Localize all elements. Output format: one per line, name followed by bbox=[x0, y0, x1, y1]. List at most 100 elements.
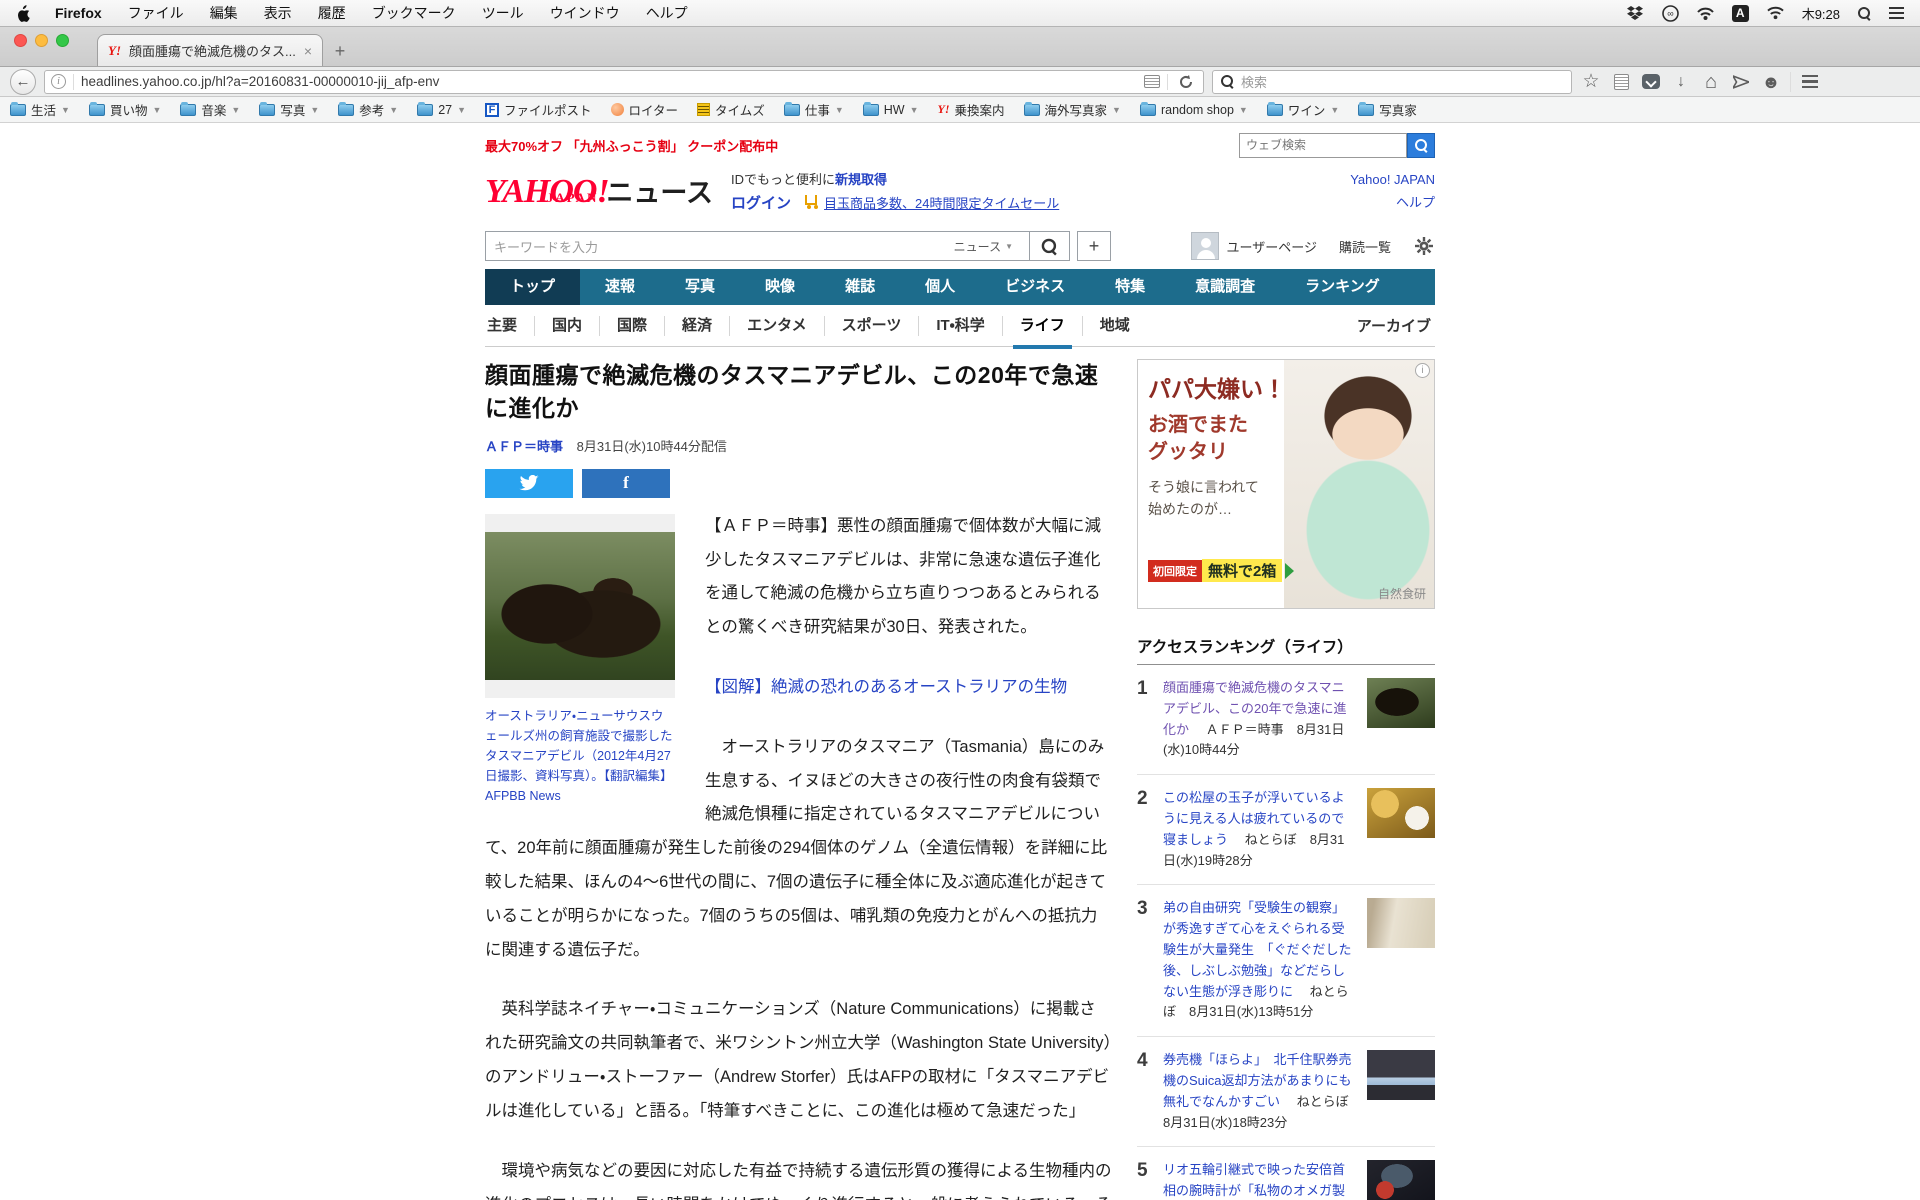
tab-photo[interactable]: 写真 bbox=[660, 269, 740, 305]
cat-entertainment[interactable]: エンタメ bbox=[729, 316, 824, 336]
search-scope-dropdown[interactable]: ニュース▼ bbox=[954, 238, 1021, 255]
subscriptions-link[interactable]: 購読一覧 bbox=[1339, 237, 1391, 256]
wifi-icon[interactable] bbox=[1767, 5, 1784, 22]
library-icon[interactable] bbox=[1610, 71, 1632, 93]
send-tab-icon[interactable] bbox=[1730, 71, 1752, 93]
ranking-item[interactable]: 2 この松屋の玉子が浮いているように見える人は疲れているので寝ましょう ねとらぼ… bbox=[1137, 775, 1435, 885]
cat-domestic[interactable]: 国内 bbox=[534, 316, 599, 336]
apple-menu-icon[interactable] bbox=[16, 5, 31, 22]
ranking-thumbnail[interactable] bbox=[1367, 1050, 1435, 1100]
menu-help[interactable]: ヘルプ bbox=[646, 3, 688, 23]
bookmark-transit[interactable]: Y!乗換案内 bbox=[938, 100, 1005, 119]
tab-feature[interactable]: 特集 bbox=[1090, 269, 1170, 305]
feedback-smiley-icon[interactable]: ☻ bbox=[1760, 71, 1782, 93]
browser-tab[interactable]: Y! 顔面腫瘍で絶滅危機のタス... × bbox=[97, 34, 323, 66]
figure-caption-link[interactable]: オーストラリア・ニューサウスウェールズ州の飼育施設で撮影したタスマニアデビル（2… bbox=[485, 706, 675, 806]
menu-tools[interactable]: ツール bbox=[482, 3, 524, 23]
ad-info-icon[interactable]: i bbox=[1415, 363, 1430, 378]
ranking-thumbnail[interactable] bbox=[1367, 898, 1435, 948]
add-search-tab-button[interactable]: + bbox=[1077, 231, 1111, 261]
menubar-clock[interactable]: 木9:28 bbox=[1802, 4, 1840, 23]
creative-cloud-icon[interactable]: ∞ bbox=[1662, 5, 1679, 22]
promo-link[interactable]: 最大70%オフ 「九州ふっこう割」 クーポン配布中 bbox=[485, 136, 778, 155]
input-method-icon[interactable]: A bbox=[1732, 5, 1749, 22]
browser-search-field[interactable]: 検索 bbox=[1212, 70, 1572, 94]
ranking-thumbnail[interactable] bbox=[1367, 788, 1435, 838]
tasmanian-devil-photo[interactable] bbox=[485, 532, 675, 680]
tab-top[interactable]: トップ bbox=[485, 269, 580, 305]
ranking-item[interactable]: 1 顔面腫瘍で絶滅危機のタスマニアデビル、この20年で急速に進化か ＡＦＰ＝時事… bbox=[1137, 665, 1435, 775]
ranking-item[interactable]: 4 券売機「ほらよ」 北千住駅券売機のSuica返却方法があまりにも無礼でなんか… bbox=[1137, 1037, 1435, 1147]
pocket-icon[interactable] bbox=[1640, 71, 1662, 93]
fan-status-icon[interactable] bbox=[1697, 5, 1714, 22]
web-search-input[interactable] bbox=[1239, 133, 1407, 158]
cat-economy[interactable]: 経済 bbox=[664, 316, 729, 336]
bookmark-folder[interactable]: 買い物▼ bbox=[89, 100, 161, 119]
new-tab-button[interactable]: + bbox=[323, 38, 357, 64]
bookmark-folder[interactable]: random shop▼ bbox=[1140, 103, 1248, 117]
bookmark-folder[interactable]: 写真▼ bbox=[259, 100, 319, 119]
menu-window[interactable]: ウインドウ bbox=[550, 3, 620, 23]
cat-major[interactable]: 主要 bbox=[485, 316, 534, 336]
article-source-link[interactable]: ＡＦＰ＝時事 bbox=[485, 439, 563, 454]
tab-close-icon[interactable]: × bbox=[304, 43, 312, 59]
menu-file[interactable]: ファイル bbox=[128, 3, 184, 23]
back-button[interactable]: ← bbox=[10, 69, 36, 95]
tab-flash[interactable]: 速報 bbox=[580, 269, 660, 305]
ad-banner[interactable]: i パパ大嫌い！ お酒でまた グッタリ そう娘に言われて 始めたのが… 初回限定… bbox=[1137, 359, 1435, 609]
yahoo-news-logo[interactable]: YAHOO! JAPAN ニュース bbox=[485, 171, 713, 211]
ranking-thumbnail[interactable] bbox=[1367, 678, 1435, 728]
tab-business[interactable]: ビジネス bbox=[980, 269, 1090, 305]
facebook-share-button[interactable]: f bbox=[582, 469, 670, 498]
login-link[interactable]: ログイン bbox=[731, 195, 791, 212]
cat-it-science[interactable]: IT・科学 bbox=[918, 316, 1001, 336]
tab-magazine[interactable]: 雑誌 bbox=[820, 269, 900, 305]
dropbox-icon[interactable] bbox=[1627, 5, 1644, 22]
cat-sports[interactable]: スポーツ bbox=[824, 316, 919, 336]
tab-ranking[interactable]: ランキング bbox=[1280, 269, 1405, 305]
bookmark-filepost[interactable]: Fファイルポスト bbox=[485, 100, 592, 119]
tab-bylines[interactable]: 個人 bbox=[900, 269, 980, 305]
archive-link[interactable]: アーカイブ bbox=[1357, 315, 1435, 336]
help-link[interactable]: ヘルプ bbox=[1396, 195, 1435, 210]
bookmark-folder[interactable]: ワイン▼ bbox=[1267, 100, 1339, 119]
cat-life[interactable]: ライフ bbox=[1002, 316, 1082, 336]
bookmark-folder[interactable]: 参考▼ bbox=[338, 100, 398, 119]
article-figure[interactable]: オーストラリア・ニューサウスウェールズ州の飼育施設で撮影したタスマニアデビル（2… bbox=[485, 514, 675, 806]
menu-firefox[interactable]: Firefox bbox=[55, 5, 102, 21]
bookmark-reuters[interactable]: ロイター bbox=[611, 100, 679, 119]
site-info-icon[interactable]: i bbox=[51, 74, 66, 89]
url-text[interactable]: headlines.yahoo.co.jp/hl?a=20160831-0000… bbox=[81, 74, 1137, 89]
reload-icon[interactable] bbox=[1175, 71, 1197, 93]
ad-cta-button[interactable]: 初回限定 無料で2箱 bbox=[1148, 559, 1294, 582]
tab-polls[interactable]: 意識調査 bbox=[1170, 269, 1280, 305]
signup-link[interactable]: 新規取得 bbox=[835, 172, 887, 187]
user-page-link[interactable]: ユーザーページ bbox=[1191, 232, 1317, 260]
bookmark-times[interactable]: タイムズ bbox=[697, 100, 765, 119]
ranking-link[interactable]: リオ五輪引継式で映った安倍首相の腕時計が「私物のオメガ製品」とうわさに 大会組織… bbox=[1163, 1162, 1345, 1200]
bookmark-folder[interactable]: 生活▼ bbox=[10, 100, 70, 119]
spotlight-icon[interactable] bbox=[1858, 7, 1871, 20]
menu-view[interactable]: 表示 bbox=[264, 3, 292, 23]
bookmark-folder[interactable]: 仕事▼ bbox=[784, 100, 844, 119]
bookmark-folder[interactable]: 音楽▼ bbox=[180, 100, 240, 119]
menu-edit[interactable]: 編集 bbox=[210, 3, 238, 23]
news-search-field[interactable]: キーワードを入力 ニュース▼ bbox=[485, 231, 1030, 261]
ranking-item[interactable]: 5 リオ五輪引継式で映った安倍首相の腕時計が「私物のオメガ製品」とうわさに 大会… bbox=[1137, 1147, 1435, 1200]
menu-hamburger-icon[interactable] bbox=[1799, 71, 1821, 93]
reader-mode-icon[interactable] bbox=[1144, 75, 1160, 88]
menu-history[interactable]: 履歴 bbox=[318, 3, 346, 23]
tab-video[interactable]: 映像 bbox=[740, 269, 820, 305]
url-bar[interactable]: i headlines.yahoo.co.jp/hl?a=20160831-00… bbox=[44, 70, 1204, 94]
web-search-button[interactable] bbox=[1407, 133, 1435, 158]
home-icon[interactable]: ⌂ bbox=[1700, 71, 1722, 93]
notification-center-icon[interactable] bbox=[1889, 7, 1904, 19]
cat-local[interactable]: 地域 bbox=[1082, 316, 1147, 336]
downloads-icon[interactable]: ↓ bbox=[1670, 71, 1692, 93]
minimize-window-button[interactable] bbox=[35, 34, 48, 47]
ranking-item[interactable]: 3 弟の自由研究「受験生の観察」が秀逸すぎて心をえぐられる受験生が大量発生 「ぐ… bbox=[1137, 885, 1435, 1037]
bookmark-star-icon[interactable]: ☆ bbox=[1580, 71, 1602, 93]
cat-world[interactable]: 国際 bbox=[599, 316, 664, 336]
twitter-share-button[interactable] bbox=[485, 469, 573, 498]
bookmark-folder[interactable]: 27▼ bbox=[417, 103, 466, 117]
